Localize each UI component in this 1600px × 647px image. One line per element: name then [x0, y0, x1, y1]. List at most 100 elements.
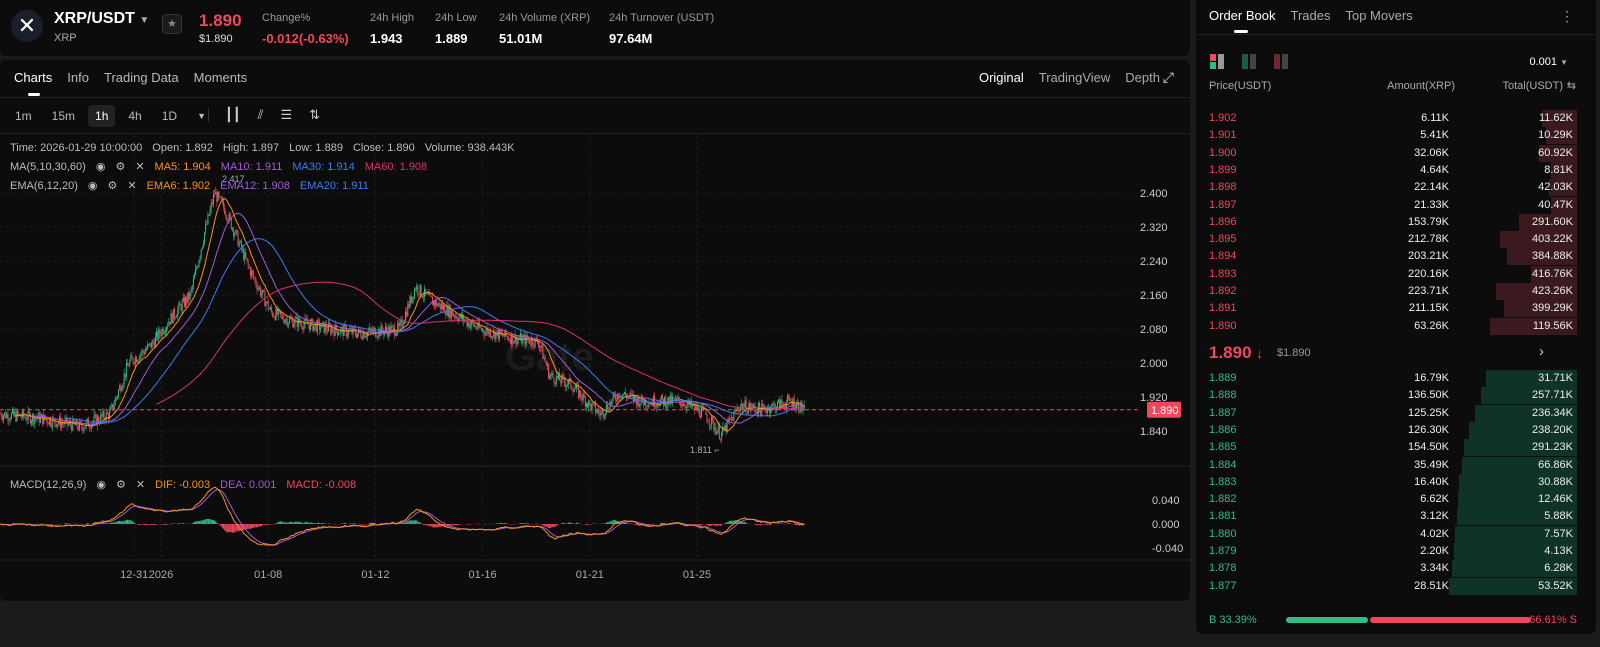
macd-bar	[147, 524, 149, 525]
candle	[748, 403, 750, 408]
indicator-value: MA10: 1.911	[220, 161, 283, 173]
candle	[556, 375, 558, 378]
macd-bar	[298, 521, 300, 524]
candle	[661, 395, 663, 399]
candle	[215, 192, 217, 195]
candle	[477, 321, 479, 329]
bids-row[interactable]: 1.882 6.62K 12.46K	[1209, 491, 1577, 509]
candle	[778, 399, 780, 402]
candle	[489, 330, 491, 338]
candle	[192, 278, 194, 287]
candle	[790, 400, 792, 402]
bids-row[interactable]: 1.885 154.50K 291.23K	[1209, 439, 1577, 457]
precision-select[interactable]: 0.001 ▼	[1529, 56, 1568, 68]
macd-bar	[160, 524, 162, 525]
candle	[161, 328, 163, 336]
eye-icon[interactable]: ◉	[88, 180, 98, 192]
book-view-toggles[interactable]	[1210, 54, 1288, 69]
bids-row[interactable]: 1.880 4.02K 7.57K	[1209, 525, 1577, 543]
macd-bar	[148, 524, 150, 525]
asks-row[interactable]: 1.902 6.11K 11.62K	[1209, 110, 1577, 127]
macd-bar	[220, 524, 222, 527]
settings-icon[interactable]: ⚙	[107, 180, 117, 192]
candle	[674, 398, 676, 400]
candle	[788, 396, 790, 398]
macd-bar	[454, 524, 456, 526]
macd-bar	[152, 524, 154, 525]
bids-row[interactable]: 1.886 126.30K 238.20K	[1209, 421, 1577, 439]
bids-row[interactable]: 1.887 125.25K 236.34K	[1209, 404, 1577, 422]
macd-bar	[262, 524, 264, 526]
candle	[559, 372, 561, 381]
eye-icon[interactable]: ◉	[96, 479, 106, 491]
candle	[655, 406, 657, 408]
asks-row[interactable]: 1.896 153.79K 291.60K	[1209, 213, 1577, 231]
candle	[582, 393, 584, 401]
candle	[451, 310, 453, 316]
candle	[697, 407, 699, 411]
candle	[200, 249, 202, 257]
candle	[225, 214, 227, 216]
asks-row[interactable]: 1.898 22.14K 42.03K	[1209, 179, 1577, 197]
macd-bar	[743, 522, 745, 524]
ob-tab-1[interactable]: Trades	[1290, 8, 1330, 23]
macd-bar	[317, 522, 319, 524]
bids-row[interactable]: 1.879 2.20K 4.13K	[1209, 543, 1577, 560]
candle	[450, 310, 452, 319]
bids-row[interactable]: 1.877 28.51K 53.52K	[1209, 577, 1577, 595]
bids-row[interactable]: 1.888 136.50K 257.71K	[1209, 387, 1577, 405]
candle	[129, 360, 131, 367]
candle	[133, 362, 135, 365]
close-icon[interactable]: ✕	[136, 479, 145, 491]
candle	[533, 345, 535, 347]
settings-icon[interactable]: ⚙	[116, 479, 126, 491]
asks-row[interactable]: 1.892 223.71K 423.26K	[1209, 283, 1577, 300]
macd-bar	[295, 521, 297, 524]
dea-line	[0, 489, 805, 546]
book-both-icon[interactable]	[1210, 54, 1224, 69]
settings-icon[interactable]: ⚙	[115, 161, 125, 173]
book-asks-icon[interactable]	[1274, 54, 1288, 69]
ob-tab-2[interactable]: Top Movers	[1345, 8, 1412, 23]
bids-row[interactable]: 1.878 3.34K 6.28K	[1209, 560, 1577, 578]
bids-row[interactable]: 1.889 16.79K 31.71K	[1209, 370, 1577, 387]
close-icon[interactable]: ✕	[127, 180, 136, 192]
asks-row[interactable]: 1.900 32.06K 60.92K	[1209, 144, 1577, 162]
candle	[561, 374, 563, 384]
asks-row[interactable]: 1.894 203.21K 384.88K	[1209, 248, 1577, 266]
asks-row[interactable]: 1.893 220.16K 416.76K	[1209, 265, 1577, 283]
asks-row[interactable]: 1.891 211.15K 399.29K	[1209, 300, 1577, 318]
macd-bar	[154, 524, 156, 525]
book-bids-icon[interactable]	[1242, 54, 1256, 69]
candle	[488, 330, 490, 335]
bids-row[interactable]: 1.881 3.12K 5.88K	[1209, 508, 1577, 526]
candle	[259, 287, 261, 296]
candle	[789, 397, 791, 401]
macd-bar	[307, 522, 309, 524]
candle	[5, 412, 7, 418]
asks-row[interactable]: 1.895 212.78K 403.22K	[1209, 231, 1577, 249]
price-chart[interactable]: 12-31 2026 01-08 01-12 01-16 01-21 01-25 2.400 2…	[0, 0, 1190, 600]
indicator-value: MACD: -0.008	[286, 479, 357, 491]
bids-row[interactable]: 1.884 35.49K 66.86K	[1209, 456, 1577, 474]
more-options-icon[interactable]: ⋮	[1560, 8, 1574, 25]
swap-units-icon[interactable]: ⇆	[1567, 79, 1576, 92]
asks-row[interactable]: 1.899 4.64K 8.81K	[1209, 161, 1577, 179]
ob-tab-0[interactable]: Order Book	[1209, 8, 1275, 23]
macd-bar	[502, 523, 504, 524]
candle	[648, 403, 650, 408]
macd-bar	[106, 523, 108, 524]
chevron-right-icon[interactable]: ›	[1539, 343, 1544, 360]
eye-icon[interactable]: ◉	[96, 161, 106, 173]
macd-bar	[341, 523, 343, 524]
macd-bar	[608, 522, 610, 524]
close-icon[interactable]: ✕	[135, 161, 144, 173]
candle	[256, 284, 258, 290]
asks-row[interactable]: 1.897 21.33K 40.47K	[1209, 196, 1577, 214]
bids-row[interactable]: 1.883 16.40K 30.88K	[1209, 473, 1577, 491]
candle	[316, 320, 318, 332]
macd-bar	[150, 524, 152, 526]
macd-bar	[627, 523, 629, 524]
asks-row[interactable]: 1.890 63.26K 119.56K	[1209, 317, 1577, 335]
asks-row[interactable]: 1.901 5.41K 10.29K	[1209, 127, 1577, 145]
